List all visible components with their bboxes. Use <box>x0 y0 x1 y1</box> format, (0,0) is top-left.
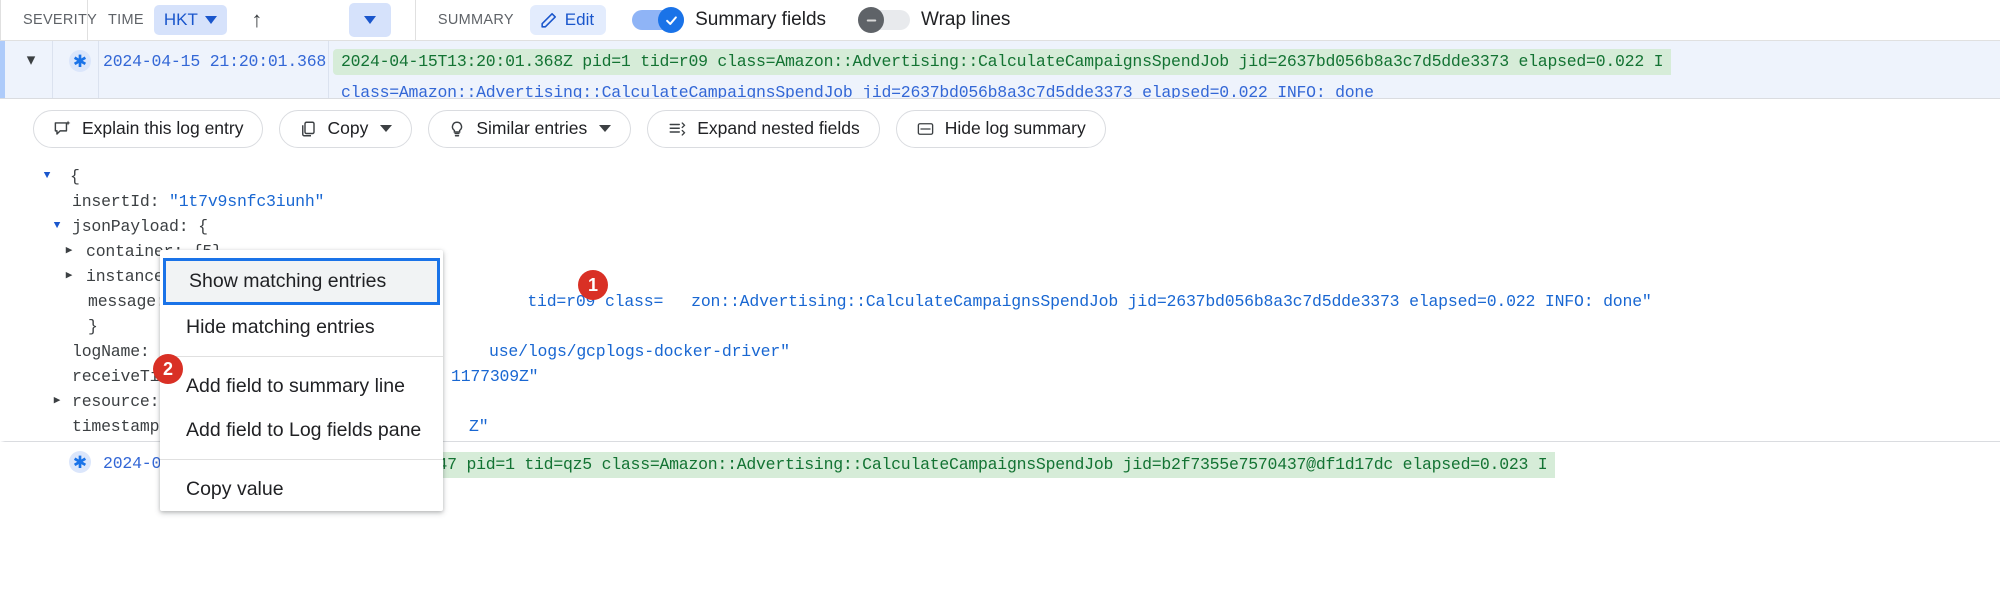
column-divider <box>328 41 329 98</box>
copy-icon <box>302 121 316 136</box>
triangle-down-icon[interactable]: ▼ <box>50 214 64 239</box>
json-close-brace: } <box>88 317 98 336</box>
json-key: message <box>88 292 156 311</box>
arrow-up-icon: ↑ <box>251 7 263 32</box>
menu-item-add-field-to-summary-line[interactable]: Add field to summary line <box>160 364 443 408</box>
menu-item-label: Hide matching entries <box>186 315 375 338</box>
column-divider <box>52 41 53 98</box>
timezone-label: HKT <box>163 10 198 29</box>
column-header-summary: SUMMARY Edit <box>416 0 616 41</box>
menu-item-copy-value[interactable]: Copy value <box>160 467 443 511</box>
callout-badge-1: 1 <box>578 270 608 300</box>
hide-log-summary-button[interactable]: Hide log summary <box>895 109 1106 148</box>
json-value: "1t7v9snfc3iunh" <box>169 192 325 211</box>
summary-column-label: SUMMARY <box>437 12 514 28</box>
check-icon <box>665 15 677 25</box>
menu-divider <box>160 459 443 460</box>
expand-row-button[interactable]: ▾ <box>5 41 57 98</box>
similar-entries-button[interactable]: Similar entries <box>428 109 632 148</box>
menu-item-add-field-to-log-fields-pane[interactable]: Add field to Log fields pane <box>160 408 443 452</box>
default-severity-icon: ✱ <box>69 50 91 72</box>
chevron-down-icon: ▾ <box>26 50 36 69</box>
menu-item-hide-matching-entries[interactable]: Hide matching entries <box>160 305 443 349</box>
column-header-severity[interactable]: SEVERITY <box>1 0 97 41</box>
time-options-dropdown-button[interactable] <box>348 3 391 37</box>
expand-row-button[interactable] <box>5 442 57 499</box>
menu-item-label: Copy value <box>186 477 284 500</box>
field-context-menu: Show matching entries Hide matching entr… <box>160 250 443 511</box>
json-open-brace: { <box>70 167 80 186</box>
json-key: instance <box>86 267 164 286</box>
expand-rows-icon <box>669 121 686 136</box>
timezone-selector-button[interactable]: HKT <box>153 5 227 35</box>
column-header-time: TIME HKT ↑ <box>88 0 401 41</box>
json-key: logName <box>72 342 140 361</box>
default-severity-icon: ✱ <box>69 451 91 473</box>
summary-fields-toggle-group[interactable]: Summary fields <box>616 7 834 33</box>
wrap-lines-toggle[interactable] <box>858 7 911 33</box>
sort-ascending-button[interactable]: ↑ <box>237 3 277 37</box>
triangle-right-icon[interactable]: ▶ <box>62 264 76 289</box>
severity-column-label: SEVERITY <box>23 12 98 28</box>
action-label: Copy <box>327 118 369 138</box>
hide-summary-icon <box>917 122 934 135</box>
menu-divider <box>160 356 443 357</box>
json-message-tail-2: zon::Advertising::CalculateCampaignsSpen… <box>691 292 1652 311</box>
log-summary-line-1: 2024-04-15T13:20:01.368Z pid=1 tid=r09 c… <box>333 49 1672 75</box>
pencil-icon <box>541 12 556 28</box>
edit-summary-fields-button[interactable]: Edit <box>529 5 607 35</box>
action-label: Similar entries <box>476 118 588 138</box>
action-label: Hide log summary <box>944 118 1086 138</box>
json-key: jsonPayload <box>72 217 179 236</box>
json-line-jsonpayload[interactable]: ▼ jsonPayload: { <box>0 214 2000 239</box>
json-key: timestamp <box>72 417 160 436</box>
menu-item-label: Add field to summary line <box>186 374 405 397</box>
log-entry-action-bar: Explain this log entry Copy Similar entr… <box>0 99 2000 158</box>
triangle-down-icon[interactable]: ▼ <box>40 164 54 189</box>
menu-item-label: Show matching entries <box>189 270 387 292</box>
chevron-down-icon <box>204 16 217 24</box>
action-label: Explain this log entry <box>82 118 244 138</box>
json-timestamp-tail: Z" <box>469 417 489 436</box>
wrap-lines-label: Wrap lines <box>921 9 1011 30</box>
json-logname-tail: use/logs/gcplogs-docker-driver" <box>489 342 790 361</box>
chevron-down-icon <box>599 125 612 132</box>
wrap-lines-toggle-group[interactable]: Wrap lines <box>834 7 1018 33</box>
explain-this-log-entry-button[interactable]: Explain this log entry <box>33 109 264 148</box>
log-timestamp: 2024-04-15 21:20:01.368 <box>103 52 327 71</box>
toggle-knob <box>858 7 885 33</box>
summary-fields-label: Summary fields <box>695 9 827 30</box>
minus-icon <box>866 19 876 21</box>
chevron-down-icon <box>363 16 376 24</box>
expand-nested-fields-button[interactable]: Expand nested fields <box>647 109 880 148</box>
chevron-down-icon <box>380 125 393 132</box>
time-column-label: TIME <box>108 12 144 28</box>
menu-item-show-matching-entries[interactable]: Show matching entries <box>163 258 440 305</box>
logs-explorer-panel: SEVERITY TIME HKT ↑ SUMMARY Edit Summary… <box>0 0 2000 600</box>
lightbulb-icon <box>452 121 463 136</box>
toggle-knob <box>658 7 685 33</box>
action-label: Expand nested fields <box>697 118 860 138</box>
log-table-header-toolbar: SEVERITY TIME HKT ↑ SUMMARY Edit Summary… <box>0 0 2000 41</box>
json-receivetime-tail: 1177309Z" <box>451 367 539 386</box>
column-divider <box>98 41 99 98</box>
severity-cell: ✱ <box>57 41 103 98</box>
log-summary-cell-next: 3:20:01.3747 pid=1 tid=qz5 class=Amazon:… <box>333 442 2000 483</box>
summary-fields-toggle[interactable] <box>632 7 685 33</box>
severity-cell: ✱ <box>57 442 103 499</box>
json-key: resource <box>72 392 150 411</box>
edit-label: Edit <box>564 10 595 29</box>
menu-item-label: Add field to Log fields pane <box>186 418 422 441</box>
copy-button[interactable]: Copy <box>279 109 413 148</box>
callout-badge-2: 2 <box>153 354 183 384</box>
json-line-insertid[interactable]: insertId: "1t7v9snfc3iunh" <box>0 189 2000 214</box>
triangle-right-icon[interactable]: ▶ <box>62 239 76 264</box>
json-line[interactable]: ▼ { <box>0 164 2000 189</box>
sparkle-chat-icon <box>54 120 71 135</box>
log-entry-row-selected[interactable]: ▾ ✱ 2024-04-15 21:20:01.368 2024-04-15T1… <box>0 41 2000 102</box>
triangle-right-icon[interactable]: ▶ <box>50 389 64 414</box>
json-key: insertId <box>72 192 150 211</box>
log-summary-cell: 2024-04-15T13:20:01.368Z pid=1 tid=r09 c… <box>333 41 2000 105</box>
log-summary-next: 3:20:01.3747 pid=1 tid=qz5 class=Amazon:… <box>333 452 1556 478</box>
